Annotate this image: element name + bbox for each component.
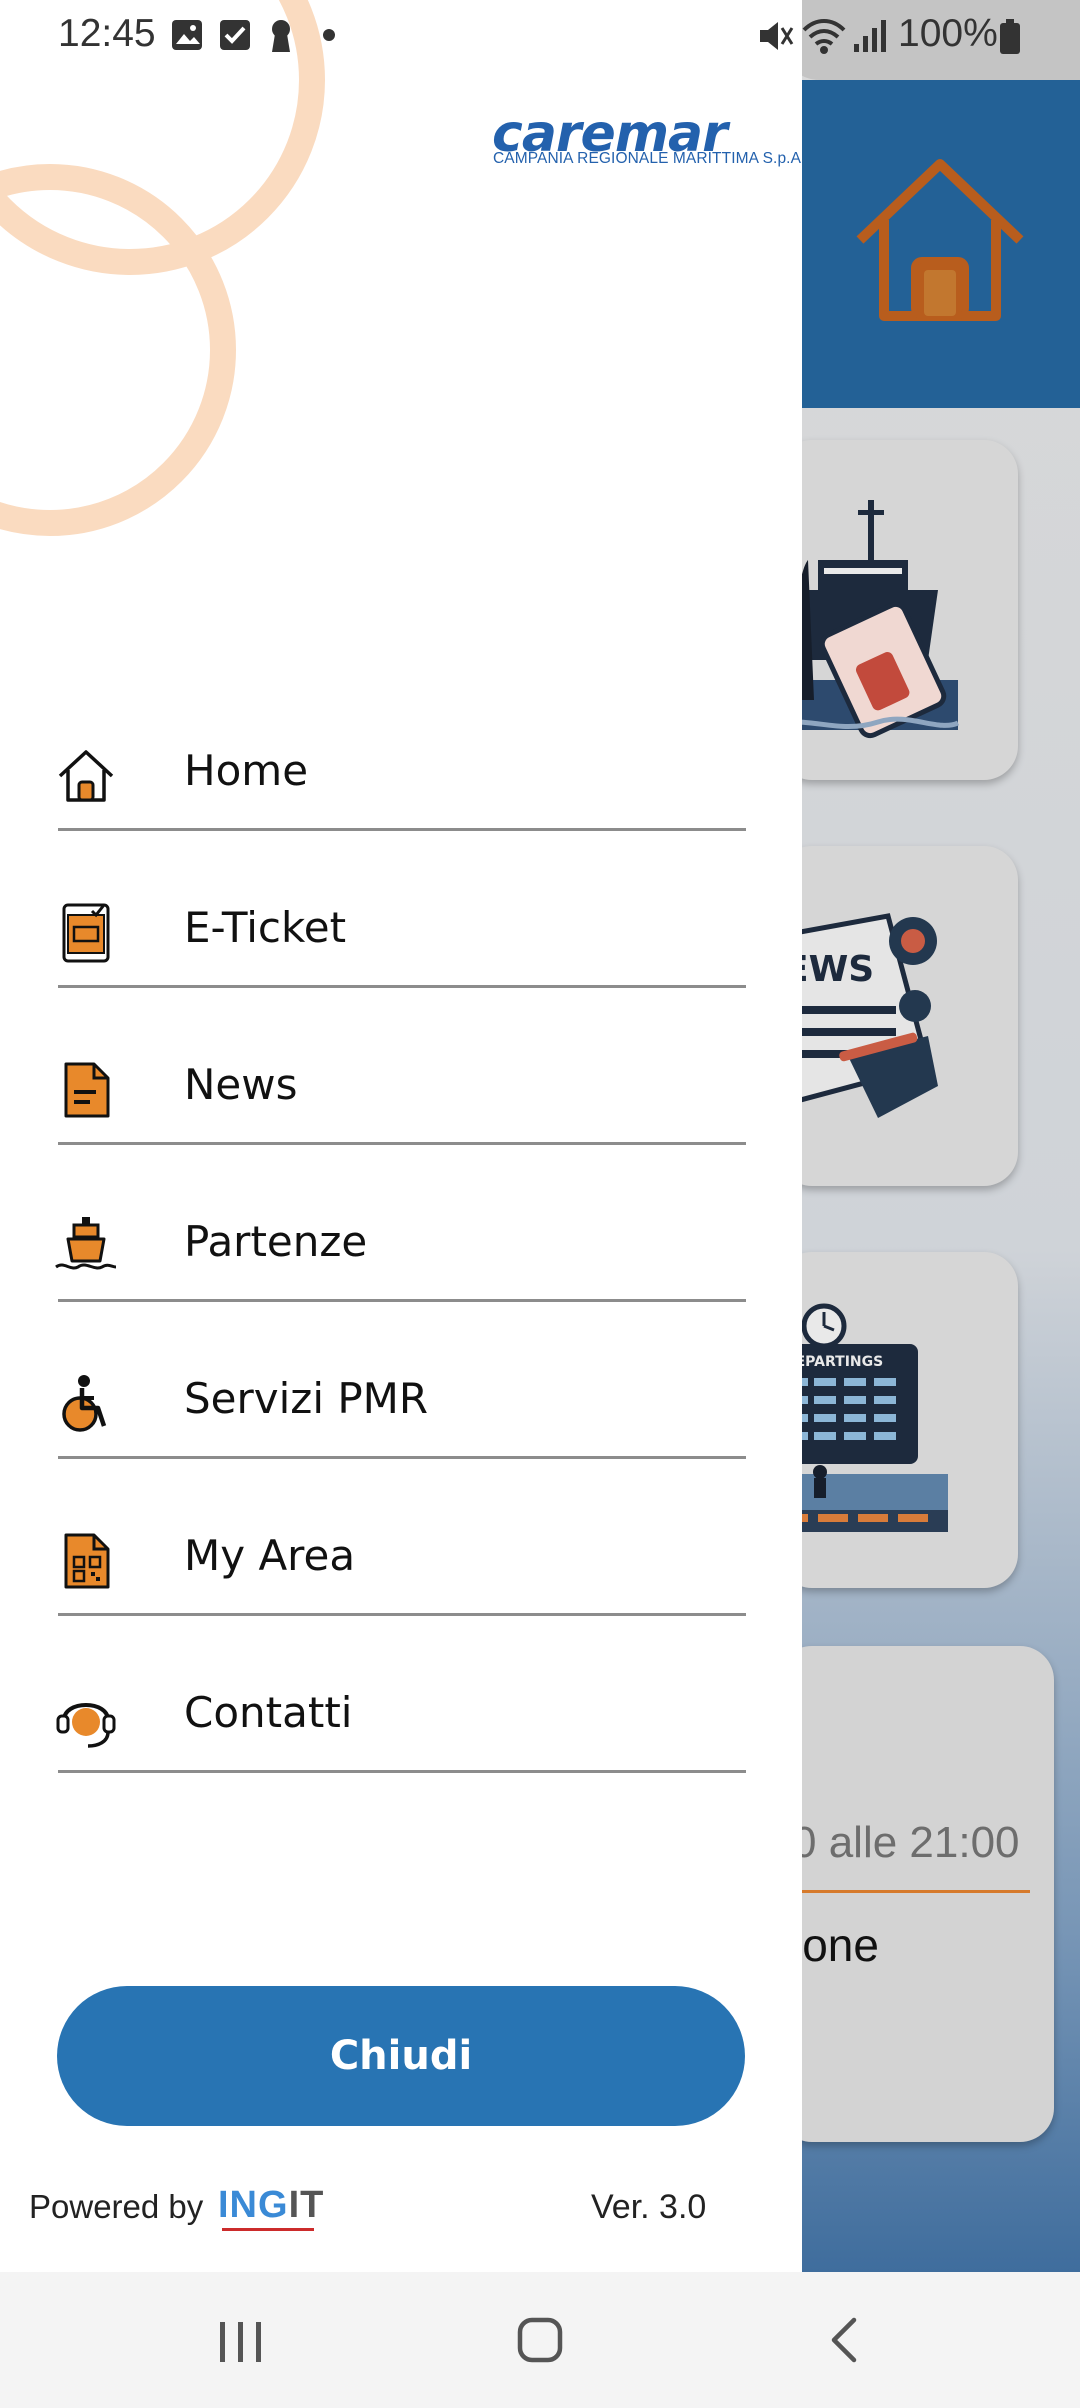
background-card-eticket[interactable] [778,440,1018,780]
headset-icon [56,1703,116,1748]
gallery-icon [172,20,202,50]
menu-divider [58,828,746,831]
qr-document-icon [64,1533,110,1589]
menu-label-news: News [184,1060,298,1109]
signal-icon [854,20,886,52]
decorative-circles [0,0,325,536]
menu-label-partenze: Partenze [184,1217,368,1266]
status-time: 12:45 [58,12,156,55]
home-nav-button[interactable] [470,2272,610,2408]
menu-divider [58,1770,746,1773]
background-card-info [778,1646,1054,2142]
recent-apps-icon [220,2322,261,2362]
navigation-drawer: caremar CAMPANIA REGIONALE MARITTIMA S.p… [0,0,802,2272]
menu-divider [58,1456,746,1459]
dot-icon [323,29,335,41]
wifi-icon [802,19,846,54]
battery-percentage: 100% [898,12,998,55]
wheelchair-icon [62,1375,107,1432]
back-button[interactable] [774,2272,914,2408]
departures-board-illustration: DEPARTINGS [778,1303,948,1532]
ingit-logo-text-a: ING [218,2184,289,2226]
menu-item-my-area[interactable]: My Area [0,1503,802,1660]
newspaper-illustration: EWS [778,913,938,1118]
close-button[interactable]: Chiudi [57,1986,745,2126]
news-document-icon [64,1062,110,1118]
brand-tagline: CAMPANIA REGIONALE MARITTIMA S.p.A. [493,150,802,167]
back-icon [831,2317,857,2363]
background-section-text: ione [792,1919,879,1971]
menu-label-contatti: Contatti [184,1688,353,1737]
drawer-menu: Home E-Ticket News Partenze Servizi PMR … [0,718,802,1817]
home-icon [58,750,114,802]
recent-apps-button[interactable] [170,2272,310,2408]
background-home-icon [856,159,1024,321]
menu-item-servizi-pmr[interactable]: Servizi PMR [0,1346,802,1503]
menu-divider [58,1142,746,1145]
background-hours-text: 0 alle 21:00 [792,1818,1020,1867]
background-card-news[interactable]: EWS [778,846,1018,1186]
menu-divider [58,985,746,988]
ingit-logo: INGIT [218,2184,324,2227]
home-nav-icon [517,2317,563,2363]
menu-label-my-area: My Area [184,1531,356,1580]
menu-item-contatti[interactable]: Contatti [0,1660,802,1817]
menu-label-servizi-pmr: Servizi PMR [184,1374,429,1423]
background-divider [792,1890,1030,1893]
ingit-logo-text-b: IT [288,2184,325,2226]
checkbox-icon [220,20,250,50]
background-card-departures[interactable]: DEPARTINGS [778,1252,1018,1588]
menu-item-news[interactable]: News [0,1032,802,1189]
mute-icon [760,22,794,50]
menu-item-eticket[interactable]: E-Ticket [0,875,802,1032]
battery-icon [1000,19,1020,54]
keyhole-icon [272,20,290,52]
menu-label-home: Home [184,746,309,795]
menu-divider [58,1613,746,1616]
menu-item-partenze[interactable]: Partenze [0,1189,802,1346]
menu-label-eticket: E-Ticket [184,903,347,952]
version-label: Ver. 3.0 [591,2188,707,2226]
ingit-logo-underline [222,2228,314,2231]
ship-icon [55,1217,117,1270]
ship-passenger-illustration [778,500,960,739]
menu-item-home[interactable]: Home [0,718,802,875]
powered-by-label: Powered by [29,2188,204,2225]
eticket-icon [62,903,110,963]
system-navigation-bar [0,2272,1080,2408]
menu-divider [58,1299,746,1302]
status-bar: 12:45 100% [0,0,1080,70]
